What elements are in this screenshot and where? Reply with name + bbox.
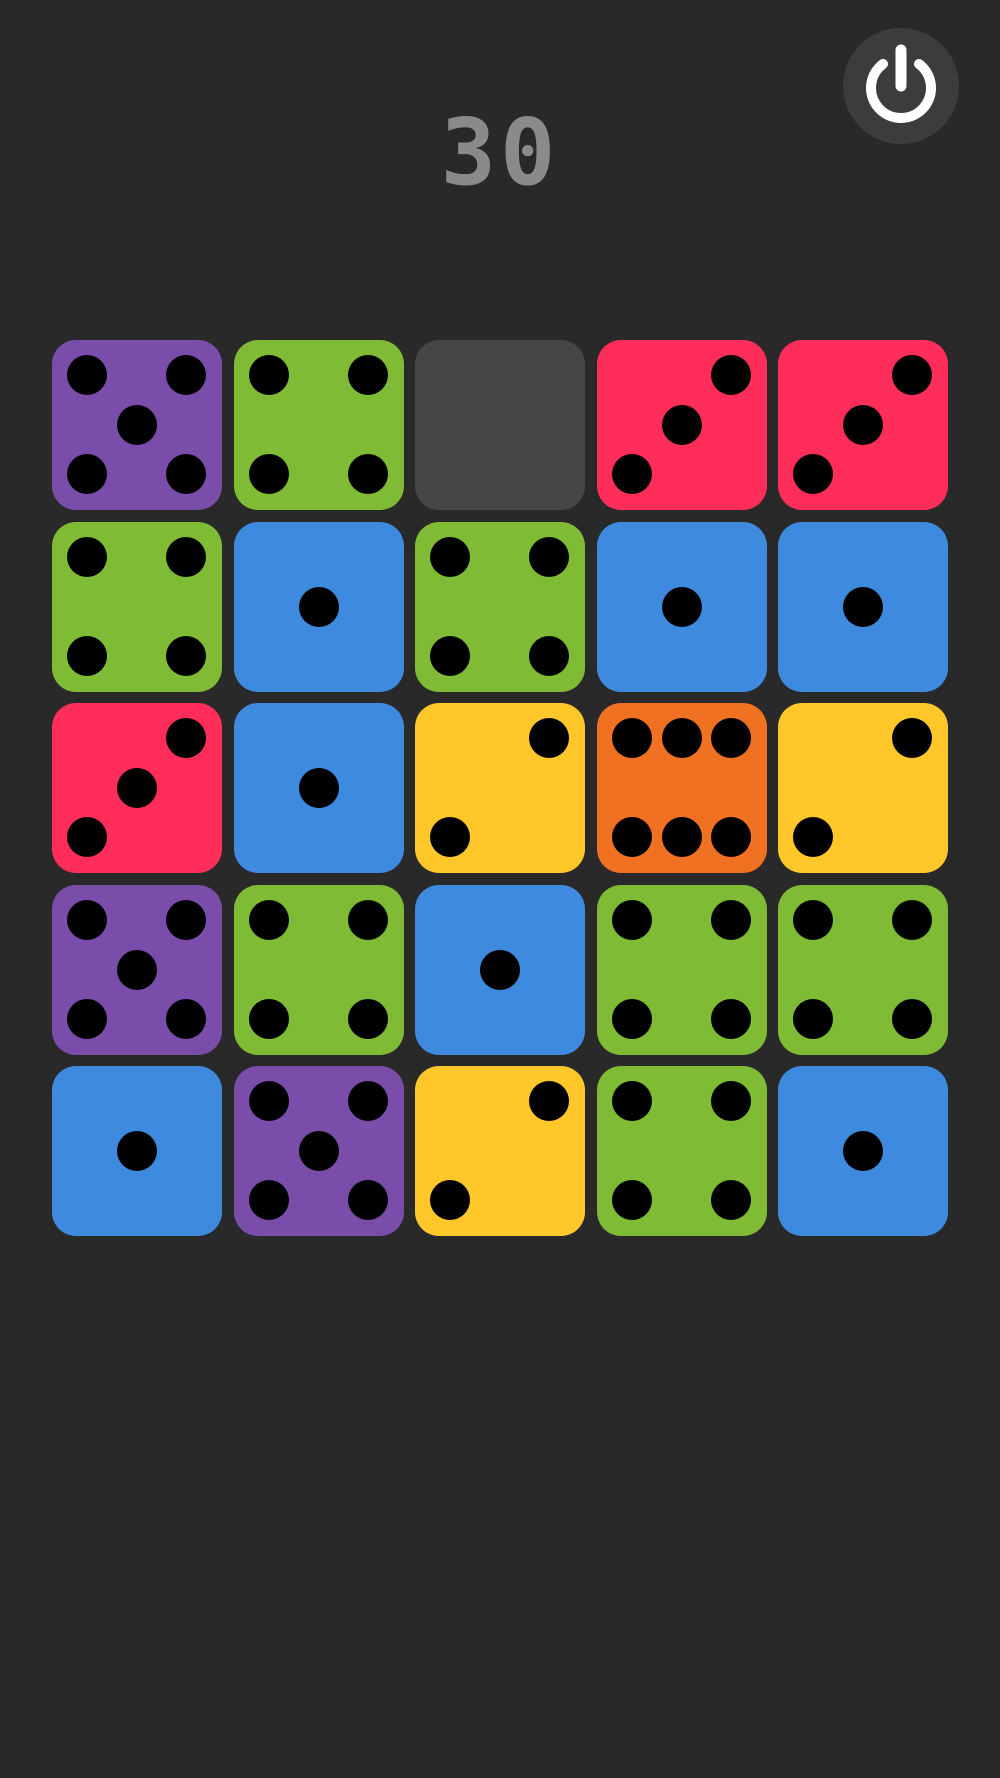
die-pip — [612, 900, 652, 940]
die-pip — [892, 718, 932, 758]
power-icon — [866, 44, 936, 123]
die-3[interactable] — [597, 340, 767, 510]
die-pip — [529, 1081, 569, 1121]
die-pip — [793, 999, 833, 1039]
die-pip — [843, 405, 883, 445]
die-pip — [348, 1180, 388, 1220]
die-pip — [166, 355, 206, 395]
die-pip — [348, 1081, 388, 1121]
die-pip — [299, 587, 339, 627]
die-pip — [662, 817, 702, 857]
die-pip — [67, 817, 107, 857]
die-pip — [612, 999, 652, 1039]
die-pip — [299, 1131, 339, 1171]
die-pip — [793, 817, 833, 857]
die-pip — [430, 537, 470, 577]
die-pip — [249, 355, 289, 395]
die-pip — [612, 718, 652, 758]
empty-cell[interactable] — [415, 340, 585, 510]
die-1[interactable] — [778, 1066, 948, 1236]
die-pip — [711, 999, 751, 1039]
die-pip — [892, 900, 932, 940]
die-pip — [793, 454, 833, 494]
die-pip — [67, 537, 107, 577]
die-5[interactable] — [52, 340, 222, 510]
game-board — [52, 340, 948, 1236]
die-pip — [117, 1131, 157, 1171]
die-pip — [529, 636, 569, 676]
die-pip — [348, 999, 388, 1039]
die-pip — [430, 1180, 470, 1220]
die-pip — [711, 900, 751, 940]
die-pip — [67, 636, 107, 676]
die-pip — [299, 768, 339, 808]
die-5[interactable] — [52, 885, 222, 1055]
die-pip — [612, 817, 652, 857]
die-pip — [793, 900, 833, 940]
die-4[interactable] — [597, 1066, 767, 1236]
die-pip — [67, 900, 107, 940]
die-pip — [430, 636, 470, 676]
die-pip — [662, 587, 702, 627]
die-3[interactable] — [778, 340, 948, 510]
die-pip — [843, 1131, 883, 1171]
die-pip — [249, 1180, 289, 1220]
die-pip — [892, 355, 932, 395]
die-1[interactable] — [234, 522, 404, 692]
die-pip — [892, 999, 932, 1039]
die-pip — [348, 355, 388, 395]
die-pip — [348, 900, 388, 940]
die-pip — [711, 718, 751, 758]
die-pip — [67, 999, 107, 1039]
die-pip — [612, 1180, 652, 1220]
die-pip — [166, 636, 206, 676]
power-button[interactable] — [843, 28, 959, 144]
die-pip — [117, 405, 157, 445]
die-6[interactable] — [597, 703, 767, 873]
die-pip — [430, 817, 470, 857]
die-pip — [117, 950, 157, 990]
die-4[interactable] — [234, 340, 404, 510]
die-1[interactable] — [52, 1066, 222, 1236]
die-pip — [117, 768, 157, 808]
die-2[interactable] — [415, 1066, 585, 1236]
die-pip — [529, 718, 569, 758]
die-pip — [662, 718, 702, 758]
die-pip — [612, 1081, 652, 1121]
die-pip — [348, 454, 388, 494]
die-pip — [662, 405, 702, 445]
die-pip — [529, 537, 569, 577]
die-pip — [67, 355, 107, 395]
die-1[interactable] — [234, 703, 404, 873]
die-4[interactable] — [778, 885, 948, 1055]
die-pip — [67, 454, 107, 494]
die-1[interactable] — [415, 885, 585, 1055]
die-pip — [249, 454, 289, 494]
die-4[interactable] — [597, 885, 767, 1055]
die-4[interactable] — [415, 522, 585, 692]
die-pip — [166, 718, 206, 758]
die-pip — [249, 1081, 289, 1121]
die-pip — [711, 1180, 751, 1220]
die-pip — [166, 900, 206, 940]
die-pip — [711, 355, 751, 395]
die-pip — [166, 999, 206, 1039]
die-pip — [843, 587, 883, 627]
die-5[interactable] — [234, 1066, 404, 1236]
die-4[interactable] — [234, 885, 404, 1055]
die-pip — [166, 537, 206, 577]
die-1[interactable] — [597, 522, 767, 692]
die-pip — [166, 454, 206, 494]
die-pip — [480, 950, 520, 990]
die-1[interactable] — [778, 522, 948, 692]
die-4[interactable] — [52, 522, 222, 692]
die-pip — [711, 1081, 751, 1121]
die-pip — [249, 900, 289, 940]
die-pip — [612, 454, 652, 494]
die-2[interactable] — [415, 703, 585, 873]
die-3[interactable] — [52, 703, 222, 873]
die-pip — [711, 817, 751, 857]
die-2[interactable] — [778, 703, 948, 873]
die-pip — [249, 999, 289, 1039]
